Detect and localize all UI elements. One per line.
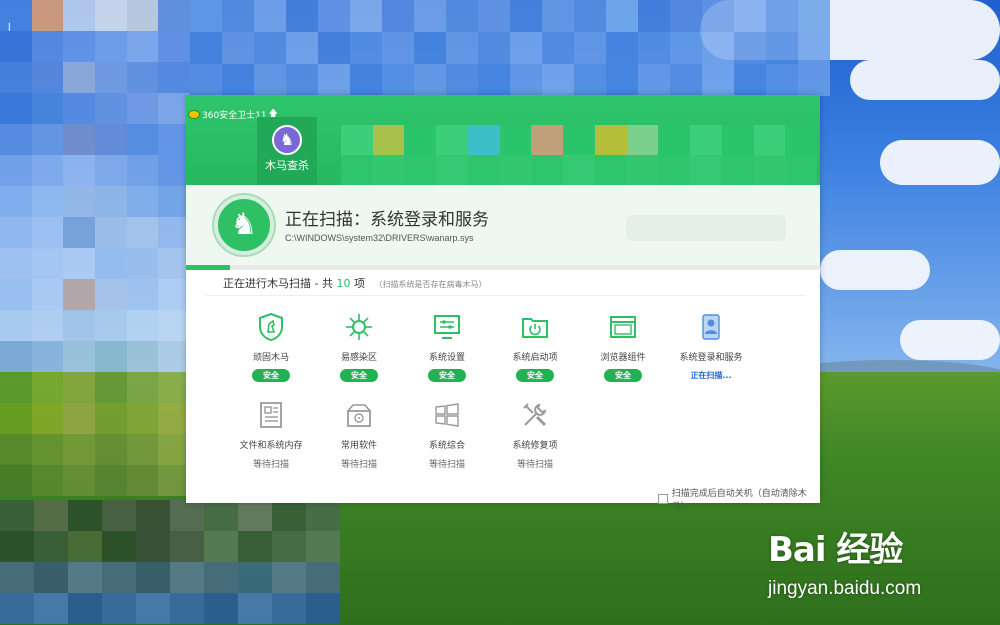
security-app-window: 360安全卫士11 🡅 ♞ 木马查杀 ♞ 正在扫描：系统登录和服务 C:\WIN… [186,95,820,512]
browser-window-icon [606,310,640,344]
scan-item-common-software: 常用软件 等待扫描 [314,398,404,471]
status-waiting: 等待扫描 [428,460,465,470]
scan-item-label: 系统设置 [428,353,465,363]
scan-item-system-general: 系统综合 等待扫描 [402,398,492,471]
scan-item-stubborn-trojan: 顽固木马 安全 [226,310,316,382]
windows-logo-icon [430,398,464,432]
scan-item-browser-components: 浏览器组件 安全 [578,310,668,382]
status-scanning: 正在扫描... [690,371,732,380]
status-hint: （扫描系统是否存在病毒木马） [374,280,487,289]
scan-item-label: 常用软件 [340,441,377,451]
status-badge: 安全 [428,369,466,382]
auto-shutdown-checkbox[interactable] [658,494,668,504]
scan-item-system-settings: 系统设置 安全 [402,310,492,382]
scan-status-line: 正在进行木马扫描 - 共 10 项 （扫描系统是否存在病毒木马） [223,275,486,291]
auto-shutdown-label: 扫描完成后自动关机（自动清除木马） [671,489,807,512]
scan-item-login-services: 系统登录和服务 正在扫描... [666,310,756,382]
status-suffix: 项 [353,277,365,290]
app-titlebar: 360安全卫士11 🡅 ♞ 木马查杀 [186,95,820,185]
scan-item-label: 顽固木马 [252,353,289,363]
document-icon [254,398,288,432]
status-count: 10 [336,277,351,290]
blurred-area [626,215,786,241]
shield-horse-icon [254,310,288,344]
horse-icon: ♞ [272,125,302,155]
tab-strip-pixelated [341,155,818,185]
tab-trojan-scan[interactable]: ♞ 木马查杀 [257,117,317,185]
scan-title: 正在扫描：系统登录和服务 [285,210,489,230]
watermark-brand: Bai 经验 [768,530,903,570]
status-badge: 安全 [340,369,378,382]
pixelated-region-bottom [0,500,340,625]
status-badge: 安全 [604,369,642,382]
user-service-icon [694,310,728,344]
status-waiting: 等待扫描 [516,460,553,470]
power-folder-icon [518,310,552,344]
scan-item-system-repair: 系统修复项 等待扫描 [490,398,580,471]
horse-icon: ♞ [214,195,274,255]
scan-item-startup: 系统启动项 安全 [490,310,580,382]
scan-progress-bar [186,265,820,270]
scan-header: ♞ 正在扫描：系统登录和服务 C:\WINDOWS\system32\DRIVE… [186,185,820,265]
status-prefix: 正在进行木马扫描 - 共 [223,277,333,290]
scan-item-label: 系统修复项 [512,441,558,451]
status-waiting: 等待扫描 [340,460,377,470]
scan-item-label: 系统登录和服务 [679,353,743,363]
scan-item-label: 系统启动项 [512,353,558,363]
cloud [820,250,930,290]
auto-shutdown-option[interactable]: 扫描完成后自动关机（自动清除木马） [658,486,820,512]
cloud [900,320,1000,360]
scan-progress-fill [186,265,231,270]
scan-item-label: 易感染区 [340,353,377,363]
virus-icon [342,310,376,344]
status-waiting: 等待扫描 [252,460,289,470]
divider [206,295,806,296]
corner-mark: ꟾ [8,24,11,34]
tools-icon [518,398,552,432]
cloud [850,60,1000,100]
baidu-watermark: Bai 经验 jingyan.baidu.com [768,518,988,608]
cloud [880,140,1000,185]
software-box-icon [342,398,376,432]
scan-item-label: 浏览器组件 [600,353,646,363]
monitor-settings-icon [430,310,464,344]
tab-strip-pixelated [341,125,818,155]
status-badge: 安全 [252,369,290,382]
scan-item-files-memory: 文件和系统内存 等待扫描 [226,398,316,471]
scan-item-label: 系统综合 [428,441,465,451]
scan-item-label: 文件和系统内存 [239,441,303,451]
scan-item-vulnerable-area: 易感染区 安全 [314,310,404,382]
pixelated-region-top [190,0,830,96]
tab-label: 木马查杀 [265,159,309,172]
current-file-path: C:\WINDOWS\system32\DRIVERS\wanarp.sys [285,233,474,243]
app-logo-icon [188,109,200,119]
status-badge: 安全 [516,369,554,382]
watermark-url: jingyan.baidu.com [768,578,922,599]
